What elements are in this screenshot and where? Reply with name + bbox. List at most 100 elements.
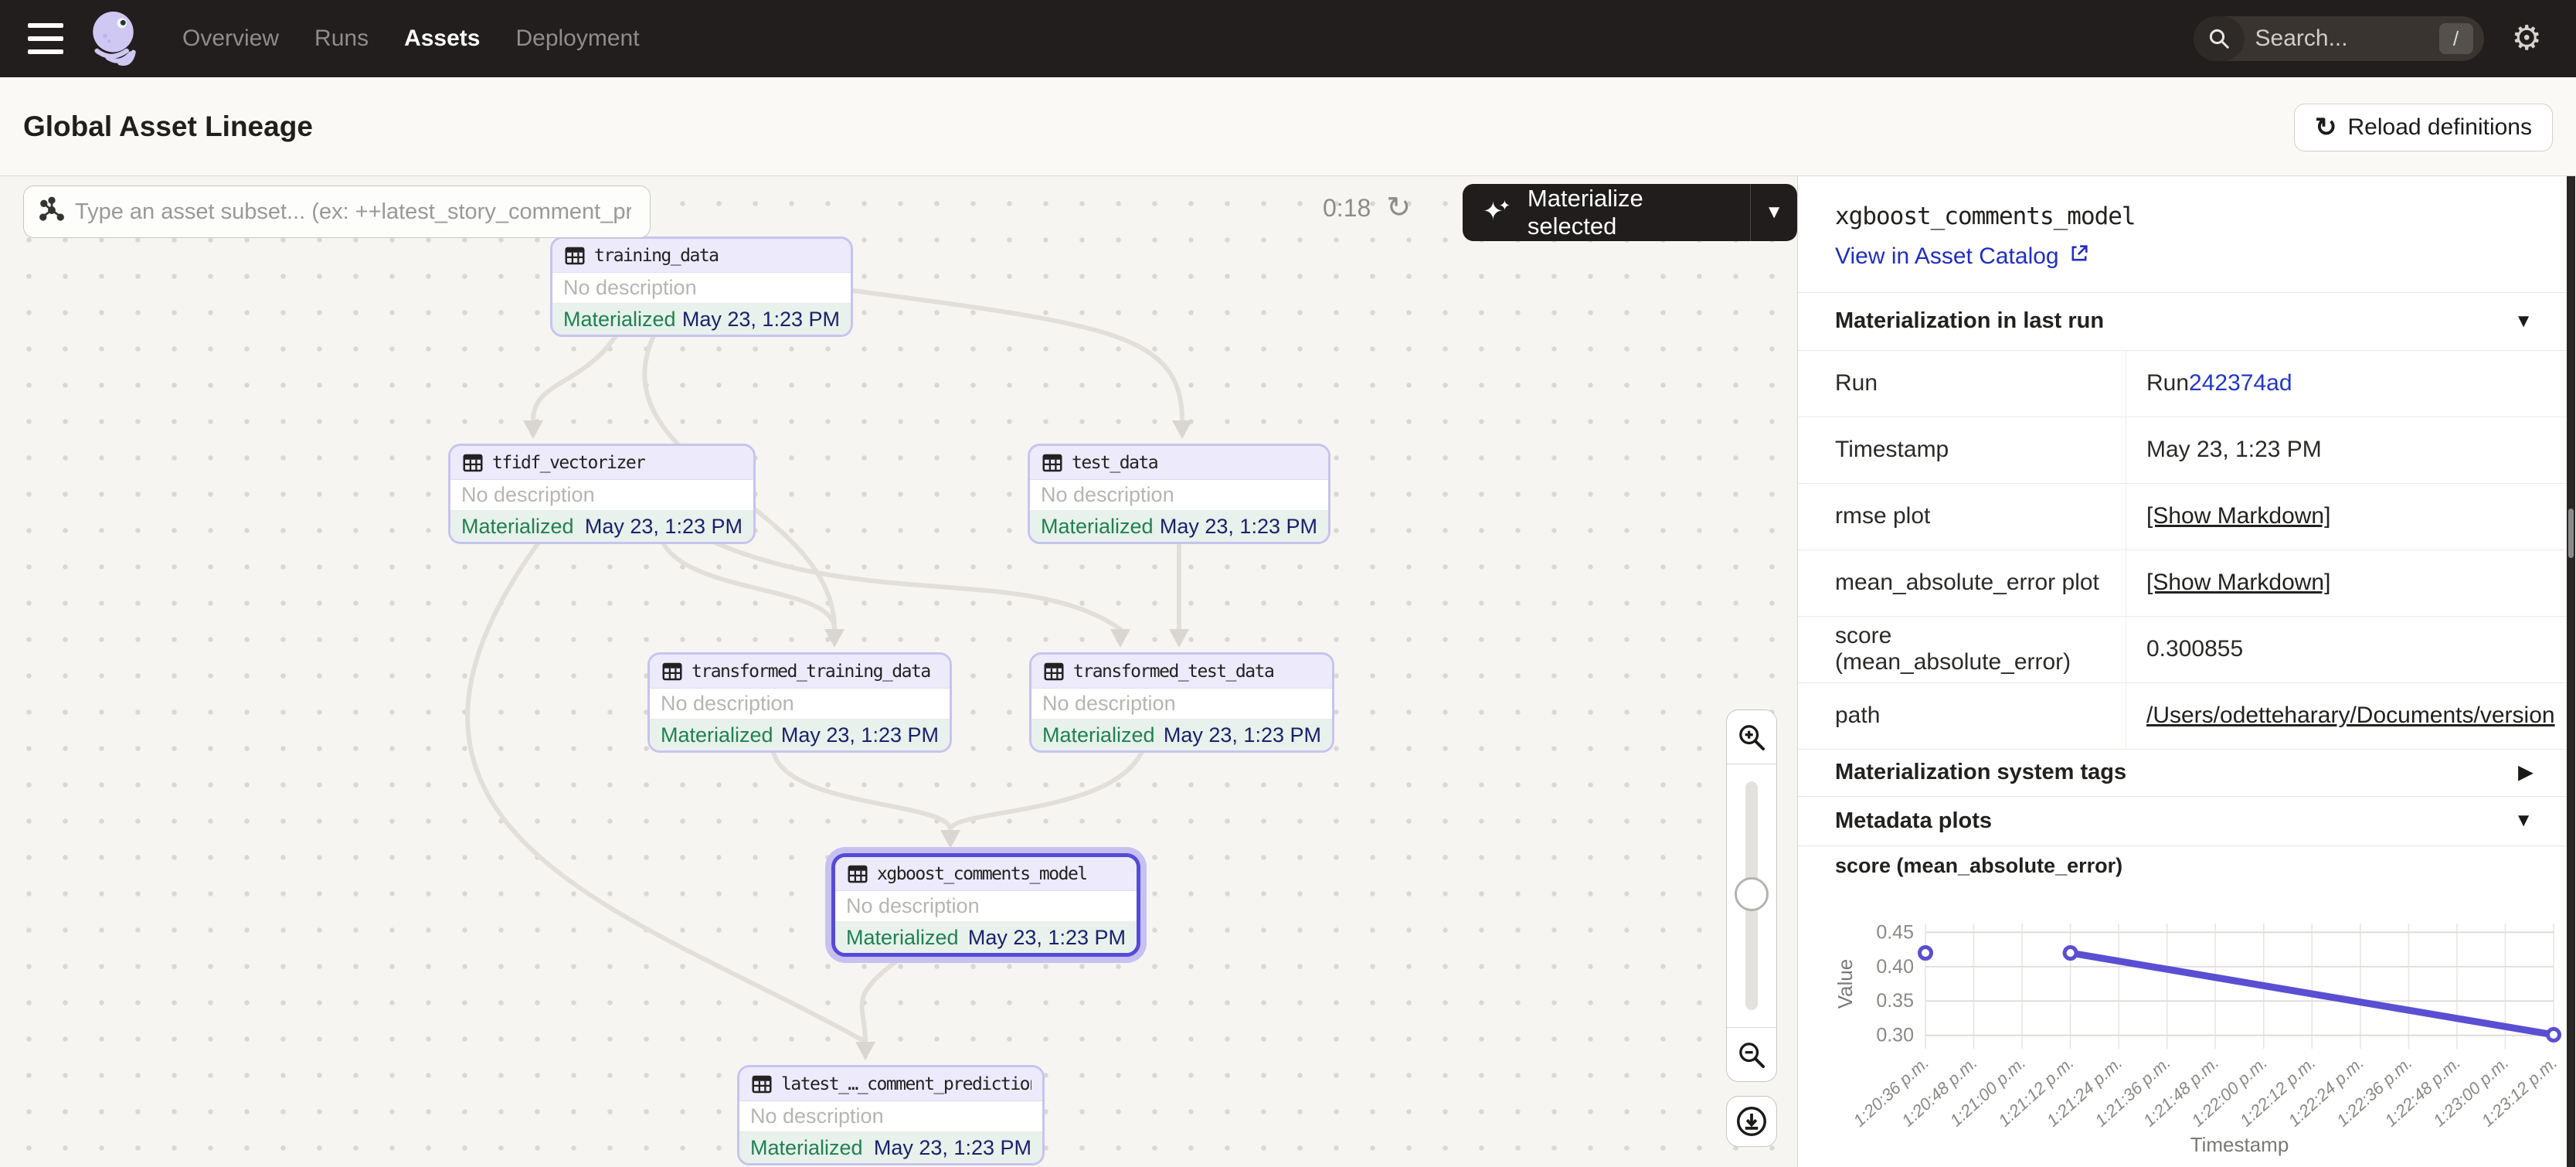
status-badge: Materialized: [1042, 723, 1155, 747]
external-link-icon: [2068, 243, 2090, 270]
nav-item-assets[interactable]: Assets: [404, 26, 480, 52]
svg-text:Value: Value: [1833, 959, 1857, 1009]
metadata-row-rmse-plot: rmse plot [Show Markdown]: [1798, 484, 2567, 550]
run-id-link[interactable]: 242374ad: [2189, 370, 2292, 396]
materialization-time: May 23, 1:23 PM: [1164, 723, 1321, 747]
score-chart: 0.450.400.350.301:20:36 p.m.1:20:48 p.m.…: [1807, 885, 2567, 1167]
reload-definitions-button[interactable]: ↻ Reload definitions: [2294, 104, 2553, 151]
svg-text:Timestamp: Timestamp: [2190, 1133, 2289, 1156]
search-box[interactable]: /: [2194, 16, 2484, 61]
table-icon: [563, 244, 586, 267]
panel-asset-title: xgboost_comments_model: [1835, 202, 2530, 230]
show-markdown-link[interactable]: [Show Markdown]: [2146, 503, 2330, 529]
sparkle-icon: ✦✦: [1483, 196, 1515, 226]
asset-description: No description: [1030, 480, 1328, 511]
asset-filter-box: [23, 185, 651, 238]
asset-node-xgboost_comments_model[interactable]: xgboost_comments_modelNo descriptionMate…: [831, 853, 1140, 957]
status-badge: Materialized: [1041, 515, 1154, 539]
row-label: Timestamp: [1798, 417, 2126, 483]
row-value: Run 242374ad: [2126, 351, 2567, 417]
materialization-time: May 23, 1:23 PM: [585, 515, 743, 539]
materialization-time: May 23, 1:23 PM: [781, 723, 939, 747]
table-icon: [1041, 451, 1064, 475]
dagster-logo[interactable]: [83, 6, 148, 71]
table-icon: [846, 862, 869, 886]
materialization-time: May 23, 1:23 PM: [1160, 515, 1317, 539]
download-image-button[interactable]: [1726, 1096, 1777, 1147]
table-icon: [461, 451, 484, 475]
asset-node-transformed_test_data[interactable]: transformed_test_data No description Mater…: [1029, 652, 1334, 753]
asset-node-training_data[interactable]: training_data No description MaterializedM…: [550, 236, 853, 337]
row-value: 0.300855: [2126, 617, 2567, 682]
asset-name: transformed_test_data: [1073, 662, 1273, 682]
section-metadata-plots[interactable]: Metadata plots ▼: [1798, 797, 2567, 847]
asset-node-latest_comment_predictions[interactable]: latest_…_comment_predictionsNo descripti…: [737, 1065, 1045, 1165]
asset-name: training_data: [594, 246, 719, 266]
nav-item-runs[interactable]: Runs: [314, 26, 369, 52]
status-badge: Materialized: [846, 926, 959, 950]
chevron-down-icon: ▼: [2514, 311, 2533, 332]
zoom-slider-handle[interactable]: [1735, 877, 1769, 911]
row-label: Run: [1798, 351, 2126, 417]
gear-icon[interactable]: ⚙: [2512, 22, 2542, 56]
search-input[interactable]: [2255, 26, 2410, 52]
asset-graph-icon: [38, 196, 66, 228]
top-navbar: Overview Runs Assets Deployment / ⚙: [0, 0, 2576, 77]
materialize-dropdown-caret[interactable]: ▼: [1751, 184, 1797, 241]
asset-description: No description: [1031, 689, 1332, 720]
refresh-timer: 0:18: [1323, 194, 1371, 223]
section-materialization-in-last-run[interactable]: Materialization in last run ▼: [1798, 292, 2567, 351]
row-label: path: [1798, 683, 2126, 749]
svg-text:0.35: 0.35: [1876, 990, 1914, 1012]
asset-details-panel: xgboost_comments_model View in Asset Cat…: [1797, 176, 2567, 1167]
asset-description: No description: [650, 689, 950, 720]
asset-node-test_data[interactable]: test_dataNo descriptionMaterializedMay 2…: [1028, 444, 1330, 544]
row-value: May 23, 1:23 PM: [2126, 417, 2567, 483]
row-value: [Show Markdown]: [2126, 484, 2567, 549]
section-materialization-system-tags[interactable]: Materialization system tags ▶: [1798, 750, 2567, 797]
materialization-time: May 23, 1:23 PM: [874, 1136, 1031, 1160]
metadata-row-score-mean-absolute-error-: score (mean_absolute_error)0.300855: [1798, 617, 2567, 683]
asset-lineage-graph[interactable]: training_dataNo descriptionMaterializedM…: [0, 176, 1797, 1167]
asset-node-transformed_training_data[interactable]: transformed_training_dataNo descriptionM…: [647, 652, 952, 753]
search-icon: [2194, 16, 2245, 61]
asset-description: No description: [552, 273, 851, 304]
menu-icon[interactable]: [28, 23, 63, 54]
path-link[interactable]: /Users/odetteharary/Documents/version: [2146, 703, 2555, 729]
row-value: [Show Markdown]: [2126, 550, 2567, 616]
asset-subset-input[interactable]: [75, 199, 631, 225]
zoom-out-button[interactable]: [1727, 1027, 1776, 1081]
asset-description: No description: [450, 480, 753, 511]
asset-description: No description: [835, 891, 1137, 922]
view-in-asset-catalog-link[interactable]: View in Asset Catalog: [1835, 243, 2530, 270]
search-shortcut-badge: /: [2439, 23, 2473, 54]
materialize-selected-button[interactable]: ✦✦ Materialize selected ▼: [1463, 184, 1797, 241]
asset-name: tfidf_vectorizer: [492, 453, 645, 473]
row-label: score (mean_absolute_error): [1798, 617, 2126, 682]
zoom-in-button[interactable]: [1727, 710, 1776, 764]
metadata-row-run: RunRun 242374ad: [1798, 351, 2567, 417]
table-icon: [661, 660, 684, 683]
asset-name: latest_…_comment_predictions: [781, 1074, 1031, 1094]
metadata-row-mean-absolute-error-plot: mean_absolute_error plot [Show Markdown]: [1798, 550, 2567, 617]
page-title: Global Asset Lineage: [23, 111, 313, 143]
materialization-time: May 23, 1:23 PM: [968, 926, 1126, 950]
row-label: mean_absolute_error plot: [1798, 550, 2126, 616]
status-badge: Materialized: [461, 515, 574, 539]
metadata-chart-title: score (mean_absolute_error): [1798, 846, 2567, 885]
asset-node-tfidf_vectorizer[interactable]: tfidf_vectorizer No description Materializ…: [448, 444, 756, 544]
metadata-row-timestamp: TimestampMay 23, 1:23 PM: [1798, 417, 2567, 484]
show-markdown-link[interactable]: [Show Markdown]: [2146, 570, 2330, 596]
reload-icon: ↻: [2315, 112, 2337, 143]
right-edge-window-strip: [2567, 176, 2575, 1167]
nav-item-deployment[interactable]: Deployment: [515, 26, 639, 52]
nav-links: Overview Runs Assets Deployment: [182, 26, 640, 52]
nav-item-overview[interactable]: Overview: [182, 26, 279, 52]
zoom-controls: [1726, 709, 1777, 1082]
svg-text:0.40: 0.40: [1876, 956, 1914, 978]
materialization-time: May 23, 1:23 PM: [682, 308, 840, 332]
refresh-icon[interactable]: ↻: [1386, 193, 1411, 223]
status-badge: Materialized: [563, 308, 676, 332]
row-label: rmse plot: [1798, 484, 2126, 549]
page-header: Global Asset Lineage ↻ Reload definition…: [0, 77, 2576, 176]
